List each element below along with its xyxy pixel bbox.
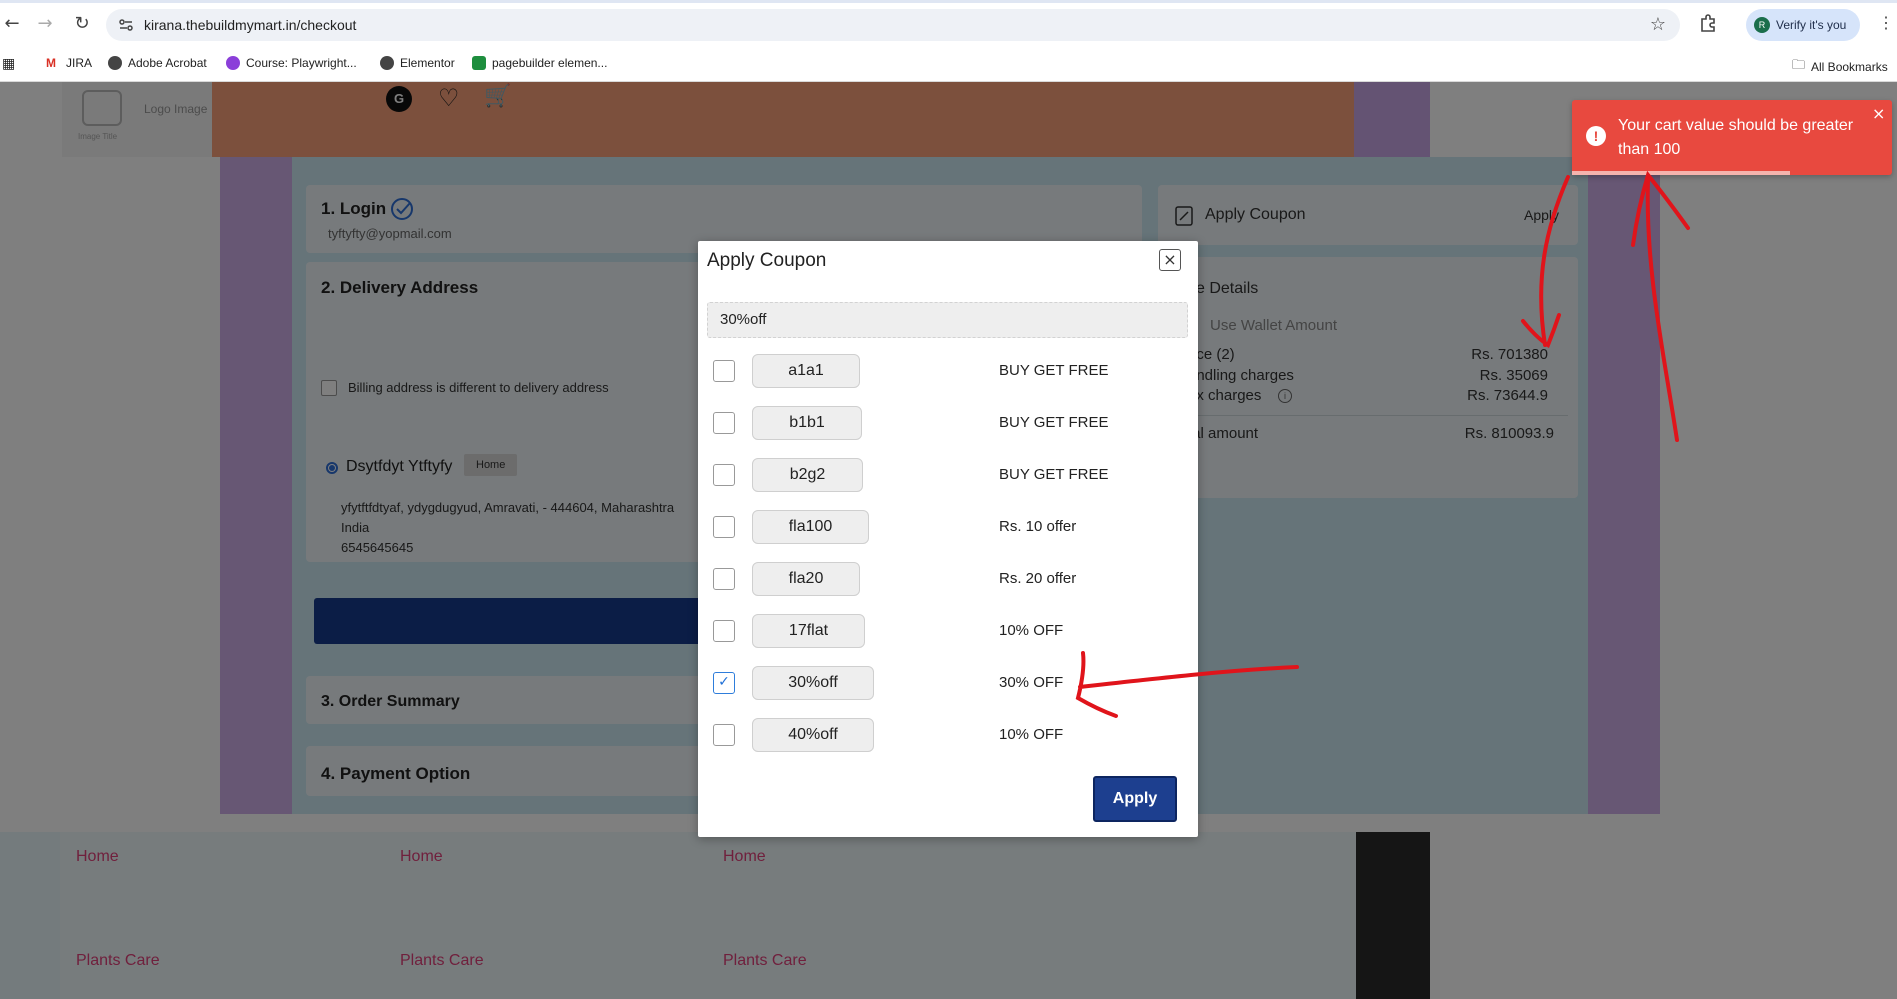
apply-coupon-modal: Apply Coupon × 30%off a1a1 BUY GET FREE … <box>698 241 1198 837</box>
bookmark-elementor[interactable]: Elementor <box>380 56 455 70</box>
globe-icon <box>380 56 394 70</box>
coupon-desc: Rs. 20 offer <box>999 570 1077 587</box>
sheets-icon <box>472 56 486 70</box>
coupon-code-input[interactable]: 30%off <box>707 302 1188 338</box>
bookmark-star-icon[interactable]: ☆ <box>1650 14 1666 35</box>
profile-avatar: R <box>1754 17 1770 33</box>
coupon-row: fla20 Rs. 20 offer <box>698 560 1198 596</box>
bookmark-adobe-acrobat[interactable]: Adobe Acrobat <box>108 56 207 70</box>
coupon-checkbox[interactable] <box>713 568 735 590</box>
toast-close-icon[interactable]: × <box>1872 104 1885 123</box>
site-settings-icon[interactable] <box>118 17 134 33</box>
coupon-code[interactable]: b2g2 <box>752 458 863 492</box>
coupon-code[interactable]: 17flat <box>752 614 865 648</box>
toast-progress-bar <box>1572 171 1790 175</box>
apply-button[interactable]: Apply <box>1093 776 1177 822</box>
coupon-row: b2g2 BUY GET FREE <box>698 456 1198 492</box>
coupon-checkbox[interactable] <box>713 464 735 486</box>
coupon-row: 40%off 10% OFF <box>698 716 1198 752</box>
coupon-checkbox[interactable] <box>713 620 735 642</box>
coupon-code[interactable]: a1a1 <box>752 354 860 388</box>
bookmark-jira[interactable]: M JIRA <box>46 56 92 70</box>
coupon-code[interactable]: b1b1 <box>752 406 862 440</box>
coupon-checkbox[interactable] <box>713 360 735 382</box>
coupon-code[interactable]: 30%off <box>752 666 874 700</box>
toast-message: Your cart value should be greater than 1… <box>1618 117 1854 158</box>
verify-label: Verify it's you <box>1776 18 1847 32</box>
coupon-code[interactable]: fla20 <box>752 562 860 596</box>
coupon-checkbox-checked[interactable]: ✓ <box>713 672 735 694</box>
coupon-desc: BUY GET FREE <box>999 466 1109 483</box>
address-bar[interactable]: kirana.thebuildmymart.in/checkout ☆ <box>106 9 1680 41</box>
forward-icon[interactable]: → <box>33 12 57 36</box>
close-icon[interactable]: × <box>1159 249 1181 271</box>
reload-icon[interactable]: ↻ <box>70 12 94 36</box>
browser-toolbar: ← → ↻ kirana.thebuildmymart.in/checkout … <box>0 0 1897 48</box>
coupon-desc: Rs. 10 offer <box>999 518 1077 535</box>
coupon-desc: 10% OFF <box>999 622 1064 639</box>
folder-icon: 🗀 <box>1792 58 1806 73</box>
profile-verify-button[interactable]: R Verify it's you <box>1746 9 1860 41</box>
coupon-checkbox[interactable] <box>713 412 735 434</box>
coupon-row: 17flat 10% OFF <box>698 612 1198 648</box>
all-bookmarks[interactable]: 🗀 All Bookmarks <box>1792 56 1888 78</box>
apps-grid-icon[interactable]: ▦ <box>2 56 15 72</box>
coupon-row: fla100 Rs. 10 offer <box>698 508 1198 544</box>
bookmark-pagebuilder[interactable]: pagebuilder elemen... <box>472 56 607 70</box>
bookmark-course-playwright[interactable]: Course: Playwright... <box>226 56 357 70</box>
coupon-desc: 10% OFF <box>999 726 1064 743</box>
coupon-code[interactable]: fla100 <box>752 510 869 544</box>
coupon-row: ✓ 30%off 30% OFF <box>698 664 1198 700</box>
error-toast: ! Your cart value should be greater than… <box>1572 100 1892 175</box>
gmail-icon: M <box>46 56 60 70</box>
coupon-desc: BUY GET FREE <box>999 362 1109 379</box>
tab-strip-edge <box>0 0 1897 3</box>
coupon-checkbox[interactable] <box>713 724 735 746</box>
coupon-checkbox[interactable] <box>713 516 735 538</box>
extensions-icon[interactable] <box>1698 13 1718 33</box>
alert-icon: ! <box>1586 126 1606 146</box>
modal-title: Apply Coupon <box>707 250 827 271</box>
course-icon <box>226 56 240 70</box>
url-text[interactable]: kirana.thebuildmymart.in/checkout <box>144 17 356 33</box>
coupon-row: a1a1 BUY GET FREE <box>698 352 1198 388</box>
coupon-desc: 30% OFF <box>999 674 1064 691</box>
globe-icon <box>108 56 122 70</box>
bookmarks-bar: ▦ M JIRA Adobe Acrobat Course: Playwright… <box>0 48 1897 82</box>
coupon-row: b1b1 BUY GET FREE <box>698 404 1198 440</box>
coupon-desc: BUY GET FREE <box>999 414 1109 431</box>
back-icon[interactable]: ← <box>0 12 24 36</box>
browser-menu-icon[interactable]: ⋮ <box>1878 13 1894 33</box>
coupon-code[interactable]: 40%off <box>752 718 874 752</box>
